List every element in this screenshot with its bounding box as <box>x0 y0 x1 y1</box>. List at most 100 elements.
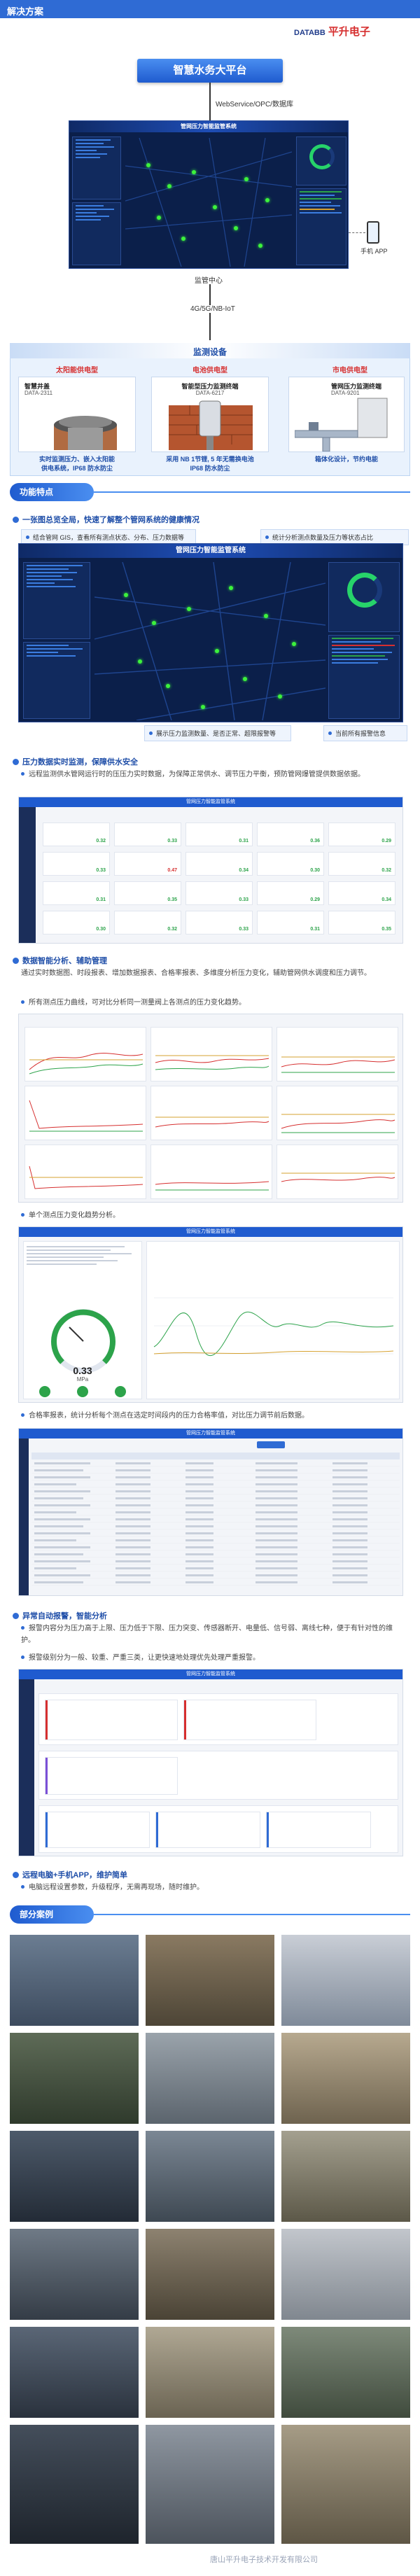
pressure-card[interactable]: 0.29 <box>257 881 324 905</box>
map-point[interactable] <box>157 216 161 220</box>
pressure-card[interactable]: 0.33 <box>43 852 110 876</box>
pressure-card[interactable]: 0.35 <box>328 911 396 934</box>
alarm-card[interactable] <box>45 1812 150 1848</box>
pressure-card[interactable]: 0.31 <box>257 911 324 934</box>
alarm-card[interactable] <box>266 1812 371 1848</box>
map-point[interactable] <box>152 621 156 625</box>
pressure-card[interactable]: 0.30 <box>43 911 110 934</box>
table-row[interactable] <box>31 1538 400 1544</box>
table-row[interactable] <box>31 1545 400 1550</box>
case-photo[interactable] <box>281 2327 410 2418</box>
curve-chart[interactable] <box>24 1144 146 1199</box>
pressure-card[interactable]: 0.32 <box>328 852 396 876</box>
table-row[interactable] <box>31 1531 400 1536</box>
table-row[interactable] <box>31 1573 400 1578</box>
table-row[interactable] <box>31 1496 400 1502</box>
sidebar-nav[interactable] <box>19 1679 34 1856</box>
case-photo[interactable] <box>146 2033 274 2124</box>
case-photo[interactable] <box>146 1935 274 2026</box>
map-point[interactable] <box>258 244 262 248</box>
table-row[interactable] <box>31 1475 400 1480</box>
pressure-card[interactable]: 0.30 <box>257 852 324 876</box>
table-row[interactable] <box>31 1580 400 1586</box>
table-row[interactable] <box>31 1559 400 1564</box>
case-photo[interactable] <box>281 2033 410 2124</box>
case-photo[interactable] <box>10 2425 139 2544</box>
table-row[interactable] <box>31 1461 400 1466</box>
case-photo[interactable] <box>146 2425 274 2544</box>
trend-chart[interactable] <box>146 1241 400 1399</box>
sidebar-nav[interactable] <box>19 807 36 943</box>
case-photo[interactable] <box>281 2425 410 2544</box>
map-point[interactable] <box>229 586 233 590</box>
curve-chart[interactable] <box>24 1086 146 1140</box>
map-point[interactable] <box>292 642 296 646</box>
pressure-card[interactable]: 0.32 <box>43 822 110 846</box>
pressure-card[interactable]: 0.34 <box>186 852 253 876</box>
case-photo[interactable] <box>10 2327 139 2418</box>
case-photo[interactable] <box>146 2229 274 2320</box>
map-point[interactable] <box>243 677 247 681</box>
pressure-card[interactable]: 0.33 <box>114 822 181 846</box>
table-row[interactable] <box>31 1552 400 1558</box>
case-photo[interactable] <box>281 1935 410 2026</box>
alarm-card[interactable] <box>45 1700 178 1740</box>
pressure-card[interactable]: 0.35 <box>114 881 181 905</box>
pressure-card[interactable]: 0.34 <box>328 881 396 905</box>
pressure-card[interactable]: 0.47 <box>114 852 181 876</box>
map-point[interactable] <box>201 705 205 709</box>
case-photo[interactable] <box>10 2229 139 2320</box>
map-point[interactable] <box>278 694 282 699</box>
curve-chart[interactable] <box>150 1144 272 1199</box>
map-point[interactable] <box>265 198 270 202</box>
curve-chart[interactable] <box>150 1027 272 1082</box>
pressure-card[interactable]: 0.33 <box>186 911 253 934</box>
table-row[interactable] <box>31 1524 400 1530</box>
table-row[interactable] <box>31 1489 400 1494</box>
table-row[interactable] <box>31 1510 400 1516</box>
map-point[interactable] <box>167 184 172 188</box>
curve-chart[interactable] <box>276 1027 398 1082</box>
map-point[interactable] <box>192 170 196 174</box>
curve-chart[interactable] <box>150 1086 272 1140</box>
map-point[interactable] <box>138 659 142 664</box>
table-row[interactable] <box>31 1517 400 1522</box>
map-point[interactable] <box>124 593 128 597</box>
case-photo[interactable] <box>146 2327 274 2418</box>
table-row[interactable] <box>31 1503 400 1508</box>
map-point[interactable] <box>187 607 191 611</box>
map-point[interactable] <box>215 649 219 653</box>
curve-chart[interactable] <box>276 1144 398 1199</box>
map-point[interactable] <box>181 237 186 241</box>
action-button[interactable] <box>77 1386 88 1397</box>
case-photo[interactable] <box>10 2131 139 2222</box>
case-photo[interactable] <box>10 1935 139 2026</box>
curve-chart[interactable] <box>276 1086 398 1140</box>
alarm-card[interactable] <box>45 1757 178 1795</box>
action-button[interactable] <box>39 1386 50 1397</box>
table-row[interactable] <box>31 1566 400 1572</box>
map-point[interactable] <box>166 684 170 688</box>
query-button[interactable] <box>257 1441 285 1448</box>
pressure-card[interactable]: 0.31 <box>186 822 253 846</box>
table-row[interactable] <box>31 1482 400 1488</box>
map-point[interactable] <box>244 177 248 181</box>
case-photo[interactable] <box>281 2131 410 2222</box>
map-point[interactable] <box>234 226 238 230</box>
map-point[interactable] <box>213 205 217 209</box>
pressure-card[interactable]: 0.31 <box>43 881 110 905</box>
map-point[interactable] <box>146 163 150 167</box>
alarm-card[interactable] <box>183 1700 316 1740</box>
map-point[interactable] <box>264 614 268 618</box>
pressure-card[interactable]: 0.32 <box>114 911 181 934</box>
pressure-card[interactable]: 0.29 <box>328 822 396 846</box>
pressure-card[interactable]: 0.36 <box>257 822 324 846</box>
curve-chart[interactable] <box>24 1027 146 1082</box>
case-photo[interactable] <box>10 2033 139 2124</box>
case-photo[interactable] <box>281 2229 410 2320</box>
sidebar-nav[interactable] <box>19 1438 29 1595</box>
action-button[interactable] <box>115 1386 126 1397</box>
alarm-card[interactable] <box>155 1812 260 1848</box>
case-photo[interactable] <box>146 2131 274 2222</box>
table-row[interactable] <box>31 1468 400 1474</box>
